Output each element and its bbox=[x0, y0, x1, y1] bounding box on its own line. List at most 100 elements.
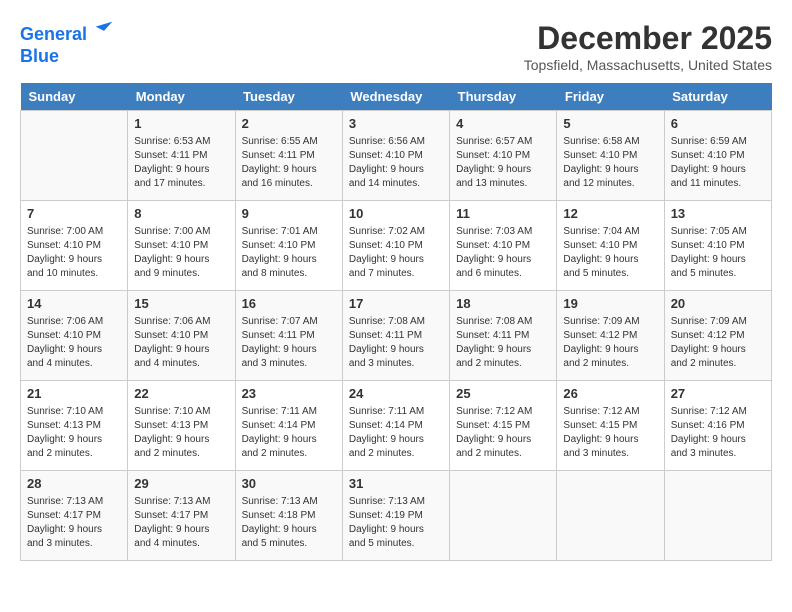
weekday-header-thursday: Thursday bbox=[450, 83, 557, 111]
day-info: Sunrise: 7:05 AM Sunset: 4:10 PM Dayligh… bbox=[671, 225, 765, 281]
day-info: Sunrise: 7:09 AM Sunset: 4:12 PM Dayligh… bbox=[563, 315, 657, 371]
calendar-cell bbox=[450, 471, 557, 561]
day-info: Sunrise: 7:04 AM Sunset: 4:10 PM Dayligh… bbox=[563, 225, 657, 281]
day-number: 16 bbox=[242, 295, 336, 313]
calendar-cell: 10 Sunrise: 7:02 AM Sunset: 4:10 PM Dayli… bbox=[342, 201, 449, 291]
calendar-cell: 27Sunrise: 7:12 AM Sunset: 4:16 PM Dayli… bbox=[664, 381, 771, 471]
weekday-header-monday: Monday bbox=[128, 83, 235, 111]
calendar-cell: 19 Sunrise: 7:09 AM Sunset: 4:12 PM Dayli… bbox=[557, 291, 664, 381]
calendar-week-row: 21Sunrise: 7:10 AM Sunset: 4:13 PM Dayli… bbox=[21, 381, 772, 471]
calendar-week-row: 1 Sunrise: 6:53 AM Sunset: 4:11 PM Daylig… bbox=[21, 111, 772, 201]
day-number: 22 bbox=[134, 385, 228, 403]
calendar-cell: 21Sunrise: 7:10 AM Sunset: 4:13 PM Dayli… bbox=[21, 381, 128, 471]
logo: General Blue bbox=[20, 20, 114, 67]
day-info: Sunrise: 7:11 AM Sunset: 4:14 PM Dayligh… bbox=[242, 405, 336, 461]
day-number: 10 bbox=[349, 205, 443, 223]
day-number: 2 bbox=[242, 115, 336, 133]
calendar-cell: 30 Sunrise: 7:13 AM Sunset: 4:18 PM Dayli… bbox=[235, 471, 342, 561]
day-number: 25 bbox=[456, 385, 550, 403]
calendar-cell: 15 Sunrise: 7:06 AM Sunset: 4:10 PM Dayli… bbox=[128, 291, 235, 381]
day-number: 9 bbox=[242, 205, 336, 223]
calendar-cell: 13Sunrise: 7:05 AM Sunset: 4:10 PM Dayli… bbox=[664, 201, 771, 291]
calendar-cell: 2Sunrise: 6:55 AM Sunset: 4:11 PM Daylig… bbox=[235, 111, 342, 201]
calendar-cell: 16 Sunrise: 7:07 AM Sunset: 4:11 PM Dayli… bbox=[235, 291, 342, 381]
day-number: 31 bbox=[349, 475, 443, 493]
day-info: Sunrise: 7:07 AM Sunset: 4:11 PM Dayligh… bbox=[242, 315, 336, 371]
day-info: Sunrise: 7:00 AM Sunset: 4:10 PM Dayligh… bbox=[27, 225, 121, 281]
day-info: Sunrise: 7:13 AM Sunset: 4:17 PM Dayligh… bbox=[27, 495, 121, 551]
day-info: Sunrise: 7:08 AM Sunset: 4:11 PM Dayligh… bbox=[349, 315, 443, 371]
day-number: 29 bbox=[134, 475, 228, 493]
calendar-cell: 17 Sunrise: 7:08 AM Sunset: 4:11 PM Dayli… bbox=[342, 291, 449, 381]
day-info: Sunrise: 6:58 AM Sunset: 4:10 PM Dayligh… bbox=[563, 135, 657, 191]
calendar-cell: 4 Sunrise: 6:57 AM Sunset: 4:10 PM Daylig… bbox=[450, 111, 557, 201]
calendar-cell: 28 Sunrise: 7:13 AM Sunset: 4:17 PM Dayli… bbox=[21, 471, 128, 561]
day-info: Sunrise: 7:12 AM Sunset: 4:15 PM Dayligh… bbox=[563, 405, 657, 461]
day-info: Sunrise: 7:13 AM Sunset: 4:18 PM Dayligh… bbox=[242, 495, 336, 551]
day-info: Sunrise: 7:12 AM Sunset: 4:16 PM Dayligh… bbox=[671, 405, 765, 461]
day-info: Sunrise: 7:03 AM Sunset: 4:10 PM Dayligh… bbox=[456, 225, 550, 281]
weekday-header-sunday: Sunday bbox=[21, 83, 128, 111]
logo-general: General bbox=[20, 24, 87, 44]
calendar-week-row: 28 Sunrise: 7:13 AM Sunset: 4:17 PM Dayli… bbox=[21, 471, 772, 561]
logo-blue: Blue bbox=[20, 46, 59, 66]
day-number: 26 bbox=[563, 385, 657, 403]
calendar-cell: 25Sunrise: 7:12 AM Sunset: 4:15 PM Dayli… bbox=[450, 381, 557, 471]
day-number: 28 bbox=[27, 475, 121, 493]
day-info: Sunrise: 7:01 AM Sunset: 4:10 PM Dayligh… bbox=[242, 225, 336, 281]
day-info: Sunrise: 7:10 AM Sunset: 4:13 PM Dayligh… bbox=[134, 405, 228, 461]
calendar-cell bbox=[557, 471, 664, 561]
calendar-cell: 23Sunrise: 7:11 AM Sunset: 4:14 PM Dayli… bbox=[235, 381, 342, 471]
day-info: Sunrise: 7:06 AM Sunset: 4:10 PM Dayligh… bbox=[134, 315, 228, 371]
day-number: 3 bbox=[349, 115, 443, 133]
calendar-cell: 8 Sunrise: 7:00 AM Sunset: 4:10 PM Daylig… bbox=[128, 201, 235, 291]
weekday-header-row: SundayMondayTuesdayWednesdayThursdayFrid… bbox=[21, 83, 772, 111]
calendar-week-row: 7 Sunrise: 7:00 AM Sunset: 4:10 PM Daylig… bbox=[21, 201, 772, 291]
day-number: 4 bbox=[456, 115, 550, 133]
day-number: 17 bbox=[349, 295, 443, 313]
weekday-header-saturday: Saturday bbox=[664, 83, 771, 111]
day-info: Sunrise: 6:53 AM Sunset: 4:11 PM Dayligh… bbox=[134, 135, 228, 191]
day-info: Sunrise: 7:06 AM Sunset: 4:10 PM Dayligh… bbox=[27, 315, 121, 371]
day-number: 15 bbox=[134, 295, 228, 313]
day-info: Sunrise: 7:08 AM Sunset: 4:11 PM Dayligh… bbox=[456, 315, 550, 371]
day-info: Sunrise: 7:13 AM Sunset: 4:19 PM Dayligh… bbox=[349, 495, 443, 551]
day-number: 24 bbox=[349, 385, 443, 403]
calendar-cell: 5Sunrise: 6:58 AM Sunset: 4:10 PM Daylig… bbox=[557, 111, 664, 201]
calendar-cell bbox=[21, 111, 128, 201]
calendar-cell: 31 Sunrise: 7:13 AM Sunset: 4:19 PM Dayli… bbox=[342, 471, 449, 561]
day-number: 19 bbox=[563, 295, 657, 313]
title-block: December 2025 Topsfield, Massachusetts, … bbox=[524, 20, 772, 73]
logo-bird-icon bbox=[94, 20, 114, 40]
day-number: 7 bbox=[27, 205, 121, 223]
calendar-cell: 6Sunrise: 6:59 AM Sunset: 4:10 PM Daylig… bbox=[664, 111, 771, 201]
day-info: Sunrise: 6:57 AM Sunset: 4:10 PM Dayligh… bbox=[456, 135, 550, 191]
calendar-cell: 20 Sunrise: 7:09 AM Sunset: 4:12 PM Dayli… bbox=[664, 291, 771, 381]
day-number: 1 bbox=[134, 115, 228, 133]
calendar-cell: 26 Sunrise: 7:12 AM Sunset: 4:15 PM Dayli… bbox=[557, 381, 664, 471]
day-info: Sunrise: 6:56 AM Sunset: 4:10 PM Dayligh… bbox=[349, 135, 443, 191]
day-number: 30 bbox=[242, 475, 336, 493]
day-info: Sunrise: 7:00 AM Sunset: 4:10 PM Dayligh… bbox=[134, 225, 228, 281]
calendar-cell: 3 Sunrise: 6:56 AM Sunset: 4:10 PM Daylig… bbox=[342, 111, 449, 201]
calendar-cell: 9 Sunrise: 7:01 AM Sunset: 4:10 PM Daylig… bbox=[235, 201, 342, 291]
day-number: 20 bbox=[671, 295, 765, 313]
day-number: 12 bbox=[563, 205, 657, 223]
day-info: Sunrise: 6:59 AM Sunset: 4:10 PM Dayligh… bbox=[671, 135, 765, 191]
weekday-header-friday: Friday bbox=[557, 83, 664, 111]
calendar-cell: 11Sunrise: 7:03 AM Sunset: 4:10 PM Dayli… bbox=[450, 201, 557, 291]
calendar-cell: 18 Sunrise: 7:08 AM Sunset: 4:11 PM Dayli… bbox=[450, 291, 557, 381]
day-number: 8 bbox=[134, 205, 228, 223]
weekday-header-wednesday: Wednesday bbox=[342, 83, 449, 111]
weekday-header-tuesday: Tuesday bbox=[235, 83, 342, 111]
calendar-cell: 14 Sunrise: 7:06 AM Sunset: 4:10 PM Dayli… bbox=[21, 291, 128, 381]
location: Topsfield, Massachusetts, United States bbox=[524, 57, 772, 73]
day-info: Sunrise: 7:11 AM Sunset: 4:14 PM Dayligh… bbox=[349, 405, 443, 461]
day-info: Sunrise: 7:10 AM Sunset: 4:13 PM Dayligh… bbox=[27, 405, 121, 461]
calendar-cell: 1 Sunrise: 6:53 AM Sunset: 4:11 PM Daylig… bbox=[128, 111, 235, 201]
day-info: Sunrise: 7:09 AM Sunset: 4:12 PM Dayligh… bbox=[671, 315, 765, 371]
day-number: 18 bbox=[456, 295, 550, 313]
day-info: Sunrise: 7:02 AM Sunset: 4:10 PM Dayligh… bbox=[349, 225, 443, 281]
calendar-week-row: 14 Sunrise: 7:06 AM Sunset: 4:10 PM Dayli… bbox=[21, 291, 772, 381]
day-number: 14 bbox=[27, 295, 121, 313]
